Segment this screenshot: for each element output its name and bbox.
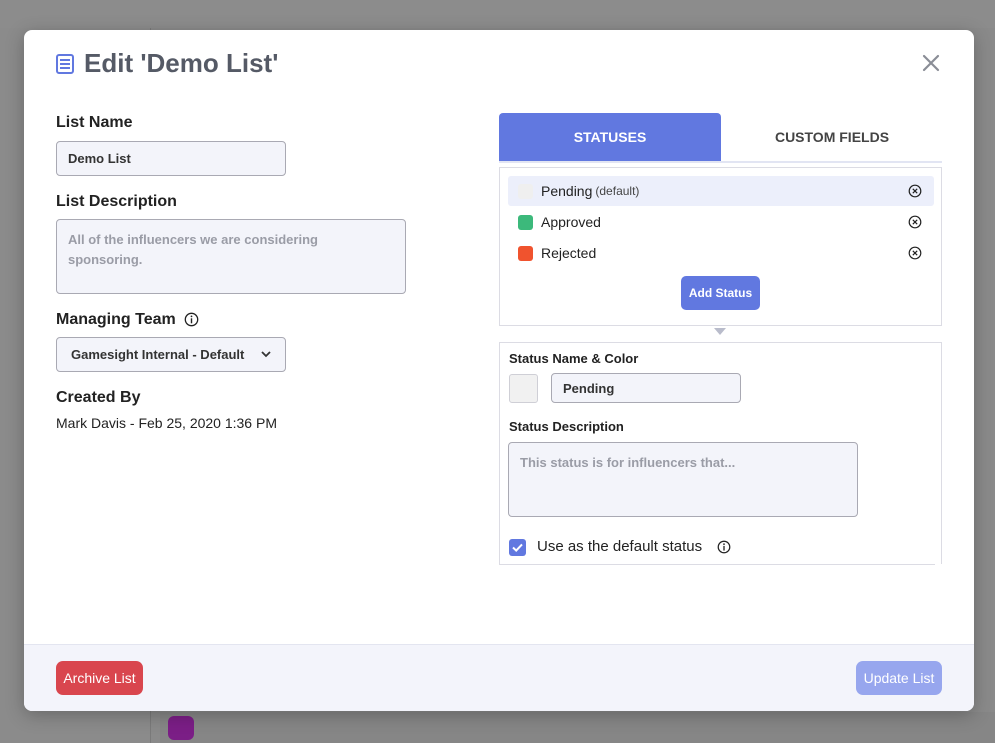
created-by-label: Created By xyxy=(56,389,141,406)
status-list: Pending (default) Approved Rejected Add … xyxy=(499,167,942,326)
default-status-label-text: Use as the default status xyxy=(537,538,703,555)
status-name-input[interactable]: Pending xyxy=(551,373,741,403)
status-name-value: Pending xyxy=(563,380,615,396)
status-color-swatch xyxy=(518,214,533,230)
status-item-pending[interactable]: Pending (default) xyxy=(508,176,934,206)
list-description-textarea[interactable]: All of the influencers we are considerin… xyxy=(56,219,406,294)
managing-team-label-text: Managing Team xyxy=(56,311,176,328)
managing-team-label: Managing Team xyxy=(56,311,199,329)
status-description-placeholder: This status is for influencers that... xyxy=(520,455,736,470)
divider xyxy=(499,564,935,565)
update-list-button[interactable]: Update List xyxy=(856,661,942,695)
background-header xyxy=(0,0,995,28)
add-status-button[interactable]: Add Status xyxy=(681,276,760,310)
tab-custom-fields[interactable]: CUSTOM FIELDS xyxy=(721,113,943,161)
list-description-placeholder: All of the influencers we are considerin… xyxy=(68,232,318,267)
remove-circle-icon[interactable] xyxy=(908,184,922,198)
list-name-value: Demo List xyxy=(68,151,131,166)
list-tabs: STATUSES CUSTOM FIELDS xyxy=(499,113,943,163)
close-icon[interactable] xyxy=(920,52,942,74)
created-by-value: Mark Davis - Feb 25, 2020 1:36 PM xyxy=(56,415,277,431)
list-description-label: List Description xyxy=(56,193,177,210)
edit-list-modal: Edit 'Demo List' List Name Demo List Lis… xyxy=(24,30,974,711)
info-icon xyxy=(184,312,199,327)
modal-title: Edit 'Demo List' xyxy=(84,48,279,78)
background-avatar xyxy=(168,716,194,740)
status-color-swatch xyxy=(518,183,533,199)
status-detail-panel: Status Name & Color Pending Status Descr… xyxy=(499,342,942,564)
status-name-color-label: Status Name & Color xyxy=(509,351,639,366)
status-color-picker[interactable] xyxy=(509,374,538,403)
caret-down-icon xyxy=(714,328,726,335)
modal-footer: Archive List Update List xyxy=(24,644,974,711)
status-description-textarea[interactable]: This status is for influencers that... xyxy=(508,442,858,517)
remove-circle-icon[interactable] xyxy=(908,246,922,260)
status-name: Rejected xyxy=(541,245,597,261)
remove-circle-icon[interactable] xyxy=(908,215,922,229)
status-color-swatch xyxy=(518,245,533,261)
tab-statuses[interactable]: STATUSES xyxy=(499,113,721,161)
list-document-icon xyxy=(56,53,74,74)
status-item-rejected[interactable]: Rejected xyxy=(508,238,934,268)
modal-header: Edit 'Demo List' xyxy=(56,48,278,79)
checkmark-icon xyxy=(512,543,523,553)
info-icon xyxy=(717,540,731,553)
status-name: Approved xyxy=(541,214,601,230)
status-description-label: Status Description xyxy=(509,419,624,434)
default-status-checkbox[interactable] xyxy=(509,539,526,556)
archive-list-button[interactable]: Archive List xyxy=(56,661,143,695)
managing-team-select[interactable]: Gamesight Internal - Default xyxy=(56,337,286,372)
default-status-label: Use as the default status xyxy=(537,538,731,555)
status-name: Pending xyxy=(541,183,593,199)
status-item-approved[interactable]: Approved xyxy=(508,207,934,237)
background-table-row xyxy=(160,712,995,743)
list-name-input[interactable]: Demo List xyxy=(56,141,286,176)
list-name-label: List Name xyxy=(56,114,133,131)
default-tag: (default) xyxy=(595,184,640,198)
managing-team-value: Gamesight Internal - Default xyxy=(71,347,245,362)
chevron-down-icon xyxy=(261,351,271,358)
